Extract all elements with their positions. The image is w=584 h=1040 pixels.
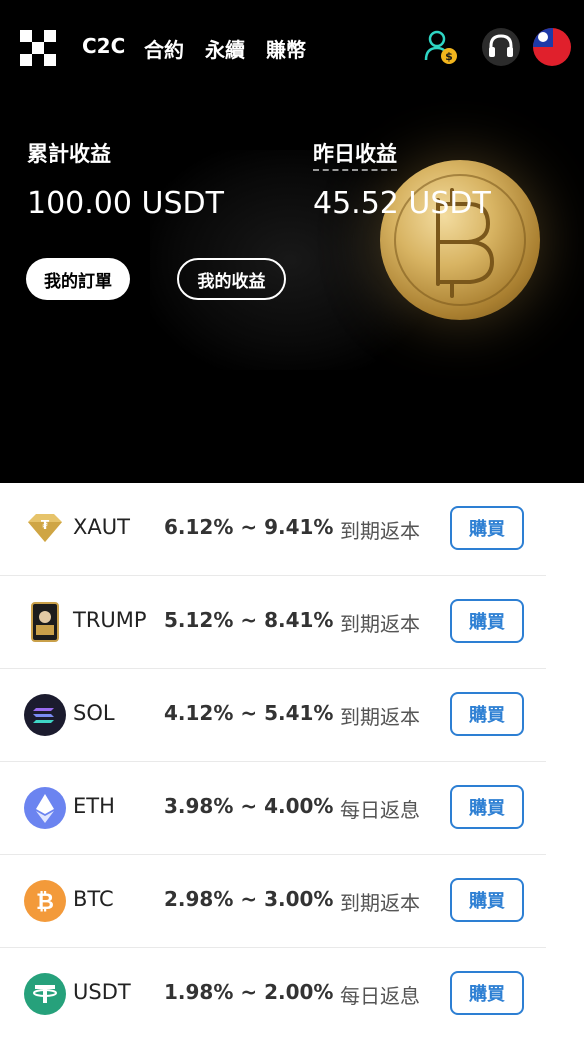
bitcoin-coin-image (380, 160, 540, 320)
nav-perpetual[interactable]: 永續 (205, 34, 245, 63)
trump-icon (24, 601, 66, 643)
product-row-xaut: ₮ XAUT 6.12% ~ 9.41% 到期返本 購買 (0, 483, 546, 576)
usdt-icon (24, 973, 66, 1015)
sol-icon (24, 694, 66, 736)
btc-icon: ₿ (24, 880, 66, 922)
hero-banner: C2C 合約 永續 賺幣 $ 累計收益 100.00 USDT 昨日收益 45. (0, 0, 584, 483)
product-type: 每日返息 (340, 798, 420, 822)
product-symbol: TRUMP (73, 608, 147, 632)
top-bar: C2C 合約 永續 賺幣 $ (0, 0, 584, 96)
yesterday-earnings-value: 45.52 USDT (313, 186, 491, 221)
nav-contract[interactable]: 合約 (144, 34, 184, 63)
svg-text:$: $ (445, 50, 453, 63)
buy-button-trump[interactable]: 購買 (450, 599, 524, 643)
eth-icon (24, 787, 66, 829)
product-symbol: BTC (73, 887, 114, 911)
buy-button-btc[interactable]: 購買 (450, 878, 524, 922)
product-list: ₮ XAUT 6.12% ~ 9.41% 到期返本 購買 TRUMP 5.12%… (0, 483, 584, 1040)
product-row-usdt: USDT 1.98% ~ 2.00% 每日返息 購買 (0, 948, 546, 1040)
product-rate: 2.98% ~ 3.00% (164, 887, 334, 911)
product-symbol: XAUT (73, 515, 130, 539)
product-rate: 1.98% ~ 2.00% (164, 980, 334, 1004)
product-row-trump: TRUMP 5.12% ~ 8.41% 到期返本 購買 (0, 576, 546, 669)
product-rate: 4.12% ~ 5.41% (164, 701, 334, 725)
product-type: 到期返本 (340, 519, 420, 543)
buy-button-xaut[interactable]: 購買 (450, 506, 524, 550)
product-row-eth: ETH 3.98% ~ 4.00% 每日返息 購買 (0, 762, 546, 855)
user-dollar-icon[interactable]: $ (422, 28, 460, 66)
svg-text:₿: ₿ (36, 890, 54, 915)
product-row-sol: SOL 4.12% ~ 5.41% 到期返本 購買 (0, 669, 546, 762)
product-type: 到期返本 (340, 891, 420, 915)
nav-earn[interactable]: 賺幣 (266, 34, 306, 63)
headset-icon[interactable] (482, 28, 520, 66)
product-type: 到期返本 (340, 705, 420, 729)
product-rate: 5.12% ~ 8.41% (164, 608, 334, 632)
buy-button-usdt[interactable]: 購買 (450, 971, 524, 1015)
my-orders-button[interactable]: 我的訂單 (26, 258, 130, 300)
product-type: 到期返本 (340, 612, 420, 636)
taiwan-flag-icon[interactable] (533, 28, 571, 66)
total-earnings-label: 累計收益 (27, 142, 111, 166)
svg-text:₮: ₮ (41, 518, 50, 532)
xaut-icon: ₮ (24, 508, 66, 550)
product-symbol: USDT (73, 980, 131, 1004)
total-earnings-value: 100.00 USDT (27, 186, 224, 221)
product-rate: 3.98% ~ 4.00% (164, 794, 334, 818)
product-row-btc: ₿ BTC 2.98% ~ 3.00% 到期返本 購買 (0, 855, 546, 948)
product-symbol: SOL (73, 701, 115, 725)
yesterday-earnings-label[interactable]: 昨日收益 (313, 138, 397, 171)
okx-logo-icon[interactable] (20, 30, 56, 66)
product-type: 每日返息 (340, 984, 420, 1008)
my-earnings-button[interactable]: 我的收益 (177, 258, 286, 300)
buy-button-sol[interactable]: 購買 (450, 692, 524, 736)
product-rate: 6.12% ~ 9.41% (164, 515, 334, 539)
buy-button-eth[interactable]: 購買 (450, 785, 524, 829)
product-symbol: ETH (73, 794, 115, 818)
nav-c2c[interactable]: C2C (82, 34, 125, 58)
